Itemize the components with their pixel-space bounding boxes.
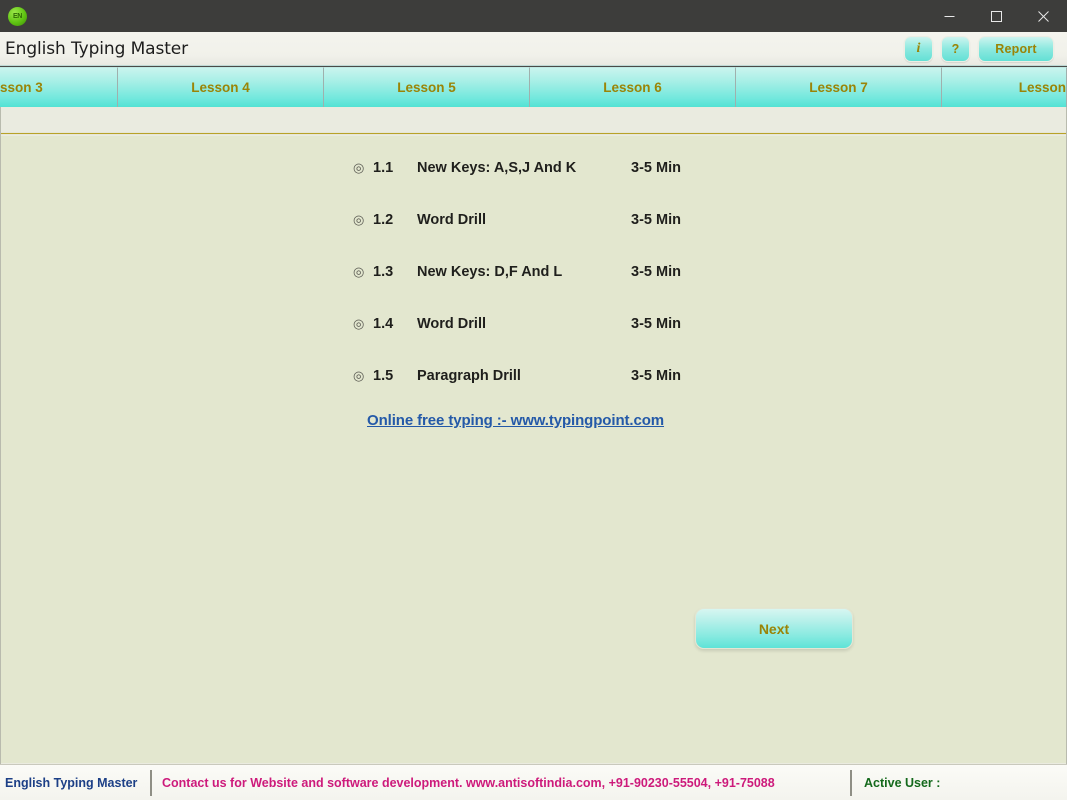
lesson-name: Word Drill bbox=[417, 212, 487, 228]
lesson-duration: 3-5 Min bbox=[631, 368, 681, 384]
tab-lesson-7[interactable]: Lesson 7 bbox=[736, 67, 942, 107]
lesson-row[interactable]: ◎ 1.4 Word Drill 3-5 Min bbox=[353, 314, 681, 366]
page-title: English Typing Master bbox=[5, 38, 189, 59]
next-button[interactable]: Next bbox=[695, 608, 853, 649]
tab-label: Lesson 5 bbox=[397, 80, 456, 95]
close-icon[interactable] bbox=[1020, 0, 1067, 32]
tab-sson-3[interactable]: sson 3 bbox=[0, 67, 118, 107]
lesson-duration: 3-5 Min bbox=[631, 264, 681, 280]
lesson-number: 1.1 bbox=[373, 160, 394, 176]
lesson-name: New Keys: A,S,J And K bbox=[417, 160, 577, 176]
target-icon: ◎ bbox=[353, 264, 365, 279]
tab-lesson-5[interactable]: Lesson 5 bbox=[324, 67, 530, 107]
app-header: English Typing Master i ? Report bbox=[0, 32, 1067, 66]
app-icon: EN bbox=[8, 6, 27, 26]
divider-rule bbox=[1, 132, 1066, 135]
lesson-duration: 3-5 Min bbox=[631, 212, 681, 228]
content-area: ◎ 1.1 New Keys: A,S,J And K 3-5 Min ◎ 1.2 Word… bbox=[0, 107, 1067, 764]
tab-lesson[interactable]: Lesson bbox=[942, 67, 1067, 107]
lesson-list: ◎ 1.1 New Keys: A,S,J And K 3-5 Min ◎ 1.2 Word… bbox=[353, 158, 681, 418]
minimize-icon[interactable] bbox=[926, 0, 973, 32]
window-titlebar: EN bbox=[0, 0, 1067, 32]
lesson-panel: ◎ 1.1 New Keys: A,S,J And K 3-5 Min ◎ 1.2 Word… bbox=[1, 136, 1066, 763]
tab-label: sson 3 bbox=[0, 80, 43, 95]
help-button[interactable]: ? bbox=[941, 35, 970, 62]
tab-label: Lesson 4 bbox=[191, 80, 250, 95]
tab-label: Lesson 7 bbox=[809, 80, 868, 95]
window-controls bbox=[926, 0, 1067, 32]
lesson-row[interactable]: ◎ 1.2 Word Drill 3-5 Min bbox=[353, 210, 681, 262]
lesson-name: New Keys: D,F And L bbox=[417, 264, 563, 280]
lesson-name: Paragraph Drill bbox=[417, 368, 521, 384]
lesson-number: 1.3 bbox=[373, 264, 394, 280]
status-active-user: Active User : bbox=[864, 775, 941, 790]
lesson-number: 1.4 bbox=[373, 316, 394, 332]
info-button[interactable]: i bbox=[904, 35, 933, 62]
promo-link[interactable]: Online free typing :- www.typingpoint.co… bbox=[367, 412, 664, 429]
status-contact-text: Contact us for Website and software deve… bbox=[162, 775, 775, 790]
lesson-name: Word Drill bbox=[417, 316, 487, 332]
application-window: EN English Typing Master i ? Report sson… bbox=[0, 0, 1067, 800]
lesson-row[interactable]: ◎ 1.5 Paragraph Drill 3-5 Min bbox=[353, 366, 681, 418]
lesson-tab-bar: sson 3 Lesson 4 Lesson 5 Lesson 6 Lesson 7 Le… bbox=[0, 67, 1067, 107]
header-actions: i ? Report bbox=[904, 35, 1054, 62]
lesson-duration: 3-5 Min bbox=[631, 316, 681, 332]
status-bar: English Typing Master Contact us for Web… bbox=[0, 764, 1067, 800]
target-icon: ◎ bbox=[353, 316, 365, 331]
target-icon: ◎ bbox=[353, 368, 365, 383]
status-app-name: English Typing Master bbox=[5, 775, 138, 790]
lesson-row[interactable]: ◎ 1.1 New Keys: A,S,J And K 3-5 Min bbox=[353, 158, 681, 210]
tab-label: Lesson 6 bbox=[603, 80, 662, 95]
tab-lesson-6[interactable]: Lesson 6 bbox=[530, 67, 736, 107]
lesson-number: 1.5 bbox=[373, 368, 394, 384]
maximize-icon[interactable] bbox=[973, 0, 1020, 32]
lesson-duration: 3-5 Min bbox=[631, 160, 681, 176]
tab-label: Lesson bbox=[1018, 80, 1066, 95]
target-icon: ◎ bbox=[353, 212, 365, 227]
report-button[interactable]: Report bbox=[978, 35, 1054, 62]
lesson-number: 1.2 bbox=[373, 212, 394, 228]
tab-lesson-4[interactable]: Lesson 4 bbox=[118, 67, 324, 107]
lesson-row[interactable]: ◎ 1.3 New Keys: D,F And L 3-5 Min bbox=[353, 262, 681, 314]
target-icon: ◎ bbox=[353, 160, 365, 175]
